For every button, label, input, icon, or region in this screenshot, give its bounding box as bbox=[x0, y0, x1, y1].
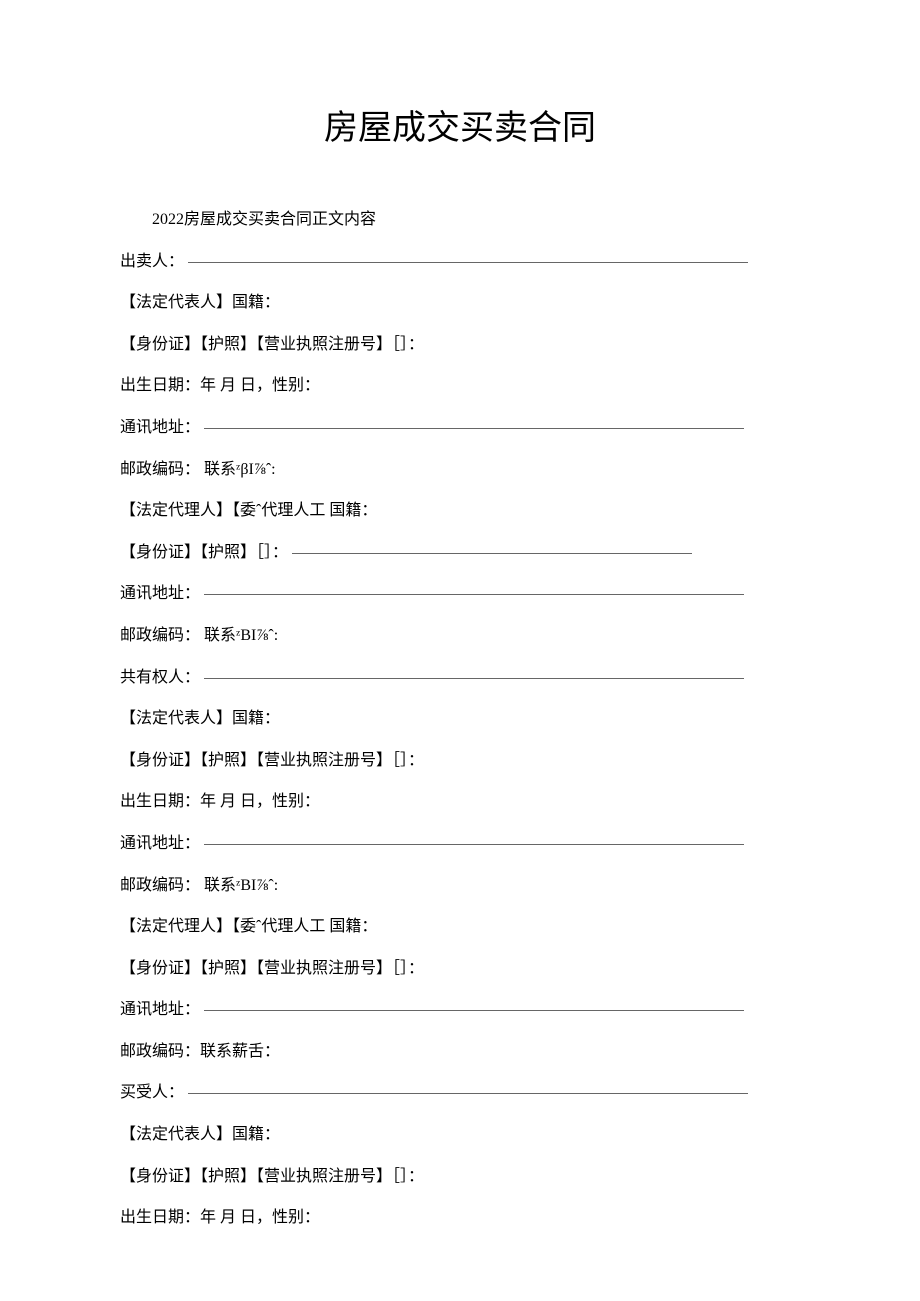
coowner-blank bbox=[204, 678, 744, 679]
postal-contact-2: 邮政编码： 联系ᶻBI⅞ˆ: bbox=[120, 615, 800, 657]
address-label-3: 通讯地址： bbox=[120, 835, 200, 852]
seller-blank bbox=[188, 262, 748, 263]
id-passport-blank-1 bbox=[292, 553, 692, 554]
postal-contact-1: 邮政编码： 联系ᶻβI⅞ˆ: bbox=[120, 449, 800, 491]
coowner-label: 共有权人： bbox=[120, 669, 200, 686]
birth-gender-1: 出生日期：年 月 日，性别： bbox=[120, 365, 800, 407]
document-title: 房屋成交买卖合同 bbox=[120, 100, 800, 149]
buyer-blank bbox=[188, 1093, 748, 1094]
id-passport-line-1: 【身份证】【护照】［］： bbox=[120, 532, 800, 574]
legal-rep-nationality-2: 【法定代表人】国籍： bbox=[120, 698, 800, 740]
id-passport-reg-1: 【身份证】【护照】【营业执照注册号】［］： bbox=[120, 324, 800, 366]
legal-rep-nationality-1: 【法定代表人】国籍： bbox=[120, 282, 800, 324]
address-label-2: 通讯地址： bbox=[120, 585, 200, 602]
address-line-4: 通讯地址： bbox=[120, 989, 800, 1031]
address-label-1: 通讯地址： bbox=[120, 419, 200, 436]
buyer-line: 买受人： bbox=[120, 1072, 800, 1114]
id-passport-reg-4: 【身份证】【护照】【营业执照注册号】［］： bbox=[120, 1156, 800, 1198]
address-blank-1 bbox=[204, 428, 744, 429]
address-line-2: 通讯地址： bbox=[120, 573, 800, 615]
subtitle-line: 2022房屋成交买卖合同正文内容 bbox=[120, 199, 800, 241]
id-passport-label-1: 【身份证】【护照】［］： bbox=[120, 544, 288, 561]
postal-contact-4: 邮政编码：联系薪舌： bbox=[120, 1031, 800, 1073]
postal-contact-3: 邮政编码： 联系ᶻBI⅞ˆ: bbox=[120, 865, 800, 907]
address-label-4: 通讯地址： bbox=[120, 1001, 200, 1018]
legal-agent-nationality-2: 【法定代理人】【委ˆ代理人工 国籍： bbox=[120, 906, 800, 948]
address-line-1: 通讯地址： bbox=[120, 407, 800, 449]
address-blank-2 bbox=[204, 594, 744, 595]
address-line-3: 通讯地址： bbox=[120, 823, 800, 865]
birth-gender-3: 出生日期：年 月 日，性别： bbox=[120, 1197, 800, 1239]
id-passport-reg-3: 【身份证】【护照】【营业执照注册号】［］： bbox=[120, 948, 800, 990]
seller-line: 出卖人： bbox=[120, 241, 800, 283]
address-blank-4 bbox=[204, 1010, 744, 1011]
seller-label: 出卖人： bbox=[120, 253, 184, 270]
id-passport-reg-2: 【身份证】【护照】【营业执照注册号】［］： bbox=[120, 740, 800, 782]
legal-agent-nationality-1: 【法定代理人】【委ˆ代理人工 国籍： bbox=[120, 490, 800, 532]
address-blank-3 bbox=[204, 844, 744, 845]
buyer-label: 买受人： bbox=[120, 1084, 184, 1101]
legal-rep-nationality-3: 【法定代表人】国籍： bbox=[120, 1114, 800, 1156]
birth-gender-2: 出生日期：年 月 日，性别： bbox=[120, 781, 800, 823]
coowner-line: 共有权人： bbox=[120, 657, 800, 699]
